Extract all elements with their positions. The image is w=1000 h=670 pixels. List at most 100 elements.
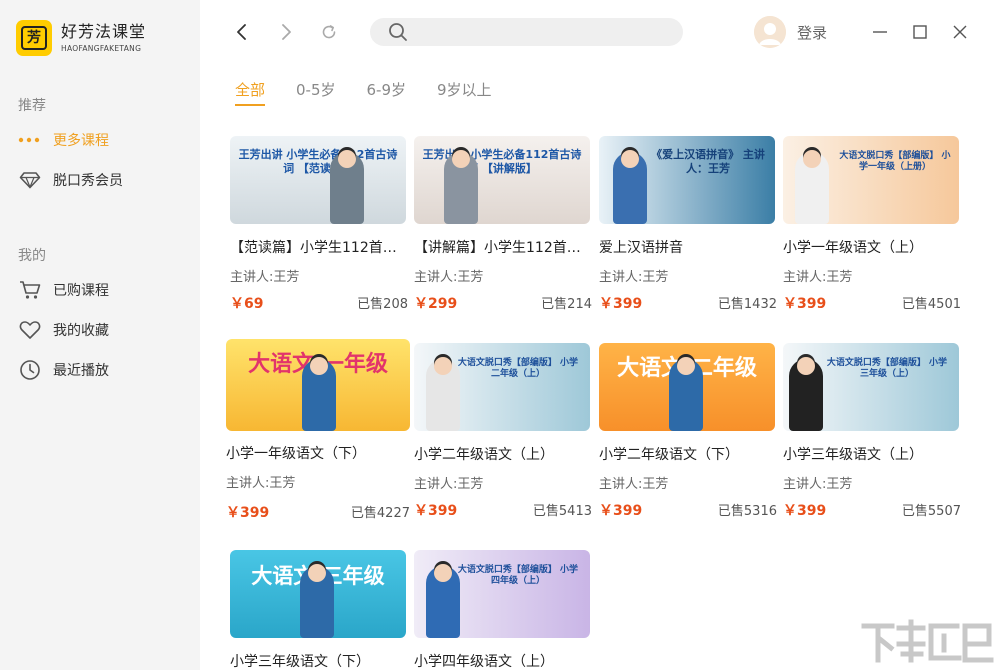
thumbnail-banner-text: 大语文脱口秀【部编版】 小学四年级（上）: [457, 564, 579, 586]
login-link[interactable]: 登录: [797, 22, 827, 43]
search-input[interactable]: [414, 22, 664, 42]
course-card[interactable]: 大语文 三年级 小学三年级语文（下）: [230, 550, 408, 670]
thumbnail-person: [613, 150, 647, 224]
course-speaker: 主讲人:王芳: [230, 270, 300, 285]
course-card[interactable]: 《爱上汉语拼音》 主讲人：王芳 爱上汉语拼音 主讲人:王芳 ￥399 已售1432: [599, 136, 777, 313]
course-thumbnail: 王芳出讲 小学生必备112首古诗词 【范读版】: [230, 136, 406, 224]
thumbnail-person: [444, 150, 478, 224]
top-bar: 登录: [200, 0, 1000, 64]
course-title: 小学三年级语文（下）: [230, 654, 370, 670]
course-thumbnail: 大语文 三年级: [230, 550, 406, 638]
sidebar-item-label: 我的收藏: [53, 323, 109, 339]
avatar[interactable]: [754, 16, 786, 48]
course-sold-count: 已售214: [541, 297, 592, 312]
course-title: 小学二年级语文（下）: [599, 447, 739, 463]
app-title: 好芳法课堂: [61, 22, 147, 41]
sidebar-item-recent[interactable]: 最近播放: [18, 358, 109, 382]
forward-button[interactable]: [272, 18, 300, 46]
course-card[interactable]: 大语文脱口秀【部编版】 小学一年级（上册） 小学一年级语文（上） 主讲人:王芳 …: [783, 136, 961, 313]
course-title: 爱上汉语拼音: [599, 240, 683, 256]
course-card[interactable]: 大语文脱口秀【部编版】 小学四年级（上） 小学四年级语文（上）: [414, 550, 592, 670]
sidebar-item-label: 最近播放: [53, 363, 109, 379]
clock-icon: [18, 358, 42, 382]
course-sold-count: 已售5413: [532, 504, 592, 519]
course-card[interactable]: 大语文脱口秀【部编版】 小学三年级（上） 小学三年级语文（上） 主讲人:王芳 ￥…: [783, 343, 961, 520]
app-logo: 芳: [16, 20, 52, 56]
course-sold-count: 已售4227: [350, 506, 410, 521]
cart-icon: [18, 278, 42, 302]
minimize-button[interactable]: [866, 18, 894, 46]
thumbnail-banner-text: 《爱上汉语拼音》 主讲人：王芳: [651, 148, 765, 175]
course-title: 【范读篇】小学生112首古诗词: [230, 240, 406, 256]
tab-age-6-9[interactable]: 6-9岁: [367, 79, 407, 105]
thumbnail-banner-text: 大语文脱口秀【部编版】 小学二年级（上）: [457, 357, 579, 379]
watermark-logo: [859, 618, 994, 666]
sidebar: 芳 好芳法课堂 HAOFANGFAKETANG 推荐 更多课程 脱口秀会员 我的…: [0, 0, 200, 670]
course-card[interactable]: 王芳出讲 小学生必备112首古诗词 【范读版】 【范读篇】小学生112首古诗词 …: [230, 136, 408, 313]
section-title-mine: 我的: [18, 248, 46, 264]
sidebar-item-label: 已购课程: [53, 283, 109, 299]
refresh-icon: [322, 25, 336, 39]
course-price: ￥299: [414, 296, 458, 312]
course-thumbnail: 大语文脱口秀【部编版】 小学四年级（上）: [414, 550, 590, 638]
thumbnail-person: [789, 357, 823, 431]
course-sold-count: 已售208: [357, 297, 408, 312]
course-price: ￥69: [230, 296, 264, 312]
tab-age-0-5[interactable]: 0-5岁: [296, 79, 336, 105]
thumbnail-banner-text: 大语文脱口秀【部编版】 小学一年级（上册）: [839, 150, 951, 172]
tab-age-9-plus[interactable]: 9岁以上: [437, 79, 492, 105]
course-price: ￥399: [599, 503, 643, 519]
course-thumbnail: 大语文脱口秀【部编版】 小学一年级（上册）: [783, 136, 959, 224]
thumbnail-person: [300, 564, 334, 638]
dots-icon: [18, 128, 42, 152]
course-thumbnail: 大语文脱口秀【部编版】 小学二年级（上）: [414, 343, 590, 431]
app-subtitle: HAOFANGFAKETANG: [61, 44, 142, 53]
sidebar-item-label: 脱口秀会员: [53, 173, 123, 189]
tab-all[interactable]: 全部: [235, 79, 266, 106]
back-button[interactable]: [228, 18, 256, 46]
course-price: ￥399: [599, 296, 643, 312]
sidebar-item-purchased[interactable]: 已购课程: [18, 278, 109, 302]
course-speaker: 主讲人:王芳: [599, 270, 669, 285]
course-thumbnail: 大语文 二年级: [599, 343, 775, 431]
sidebar-item-favorites[interactable]: 我的收藏: [18, 318, 109, 342]
age-filter-tabs: 全部 0-5岁 6-9岁 9岁以上: [235, 79, 523, 106]
course-card[interactable]: 王芳出讲 小学生必备112首古诗词 【讲解版】 【讲解篇】小学生112首古诗词 …: [414, 136, 592, 313]
refresh-button[interactable]: [315, 18, 343, 46]
course-card[interactable]: 大语文 二年级 小学二年级语文（下） 主讲人:王芳 ￥399 已售5316: [599, 343, 777, 520]
sidebar-item-talkshow-member[interactable]: 脱口秀会员: [18, 168, 123, 192]
search-bar[interactable]: [370, 18, 683, 46]
maximize-button[interactable]: [906, 18, 934, 46]
course-sold-count: 已售1432: [717, 297, 777, 312]
course-sold-count: 已售4501: [901, 297, 961, 312]
course-speaker: 主讲人:王芳: [414, 477, 484, 492]
diamond-icon: [18, 168, 42, 192]
course-price: ￥399: [414, 503, 458, 519]
course-thumbnail: 《爱上汉语拼音》 主讲人：王芳: [599, 136, 775, 224]
course-title: 小学二年级语文（上）: [414, 447, 554, 463]
maximize-icon: [913, 25, 927, 39]
course-speaker: 主讲人:王芳: [226, 476, 296, 491]
thumbnail-person: [426, 564, 460, 638]
sidebar-item-label: 更多课程: [53, 133, 109, 149]
sidebar-item-more-courses[interactable]: 更多课程: [18, 128, 109, 152]
course-thumbnail: 大语文脱口秀【部编版】 小学三年级（上）: [783, 343, 959, 431]
course-speaker: 主讲人:王芳: [599, 477, 669, 492]
course-price: ￥399: [783, 296, 827, 312]
course-title: 小学一年级语文（上）: [783, 240, 923, 256]
chevron-right-icon: [282, 24, 291, 40]
thumbnail-person: [426, 357, 460, 431]
course-speaker: 主讲人:王芳: [783, 270, 853, 285]
brand[interactable]: 芳 好芳法课堂 HAOFANGFAKETANG: [16, 20, 146, 56]
thumbnail-person: [330, 150, 364, 224]
course-title: 小学四年级语文（上）: [414, 654, 554, 670]
close-button[interactable]: [946, 18, 974, 46]
thumbnail-person: [669, 357, 703, 431]
course-card[interactable]: 大语文脱口秀【部编版】 小学二年级（上） 小学二年级语文（上） 主讲人:王芳 ￥…: [414, 343, 592, 520]
course-sold-count: 已售5316: [717, 504, 777, 519]
course-card[interactable]: 大语文 一年级 小学一年级语文（下） 主讲人:王芳 ￥399 已售4227: [226, 339, 410, 522]
course-title: 【讲解篇】小学生112首古诗词: [414, 240, 590, 256]
thumbnail-person: [795, 150, 829, 224]
thumbnail-banner-text: 王芳出讲 小学生必备112首古诗词 【范读版】: [238, 148, 398, 175]
course-sold-count: 已售5507: [901, 504, 961, 519]
